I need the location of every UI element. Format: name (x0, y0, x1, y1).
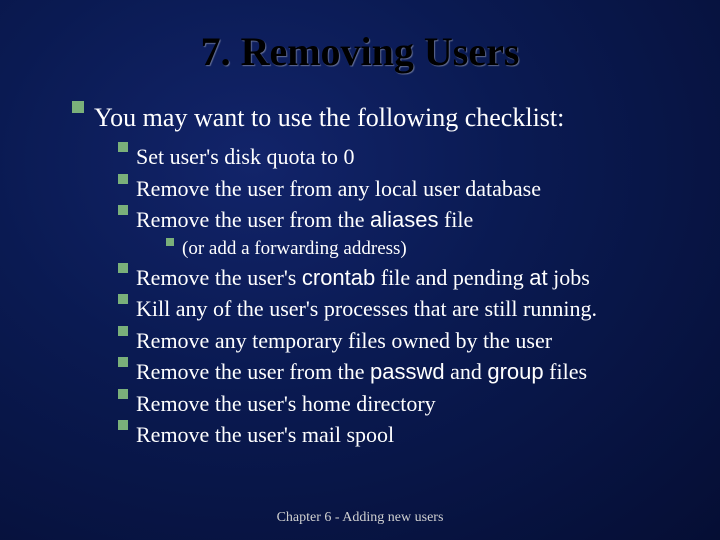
list-item-text: Set user's disk quota to 0 (136, 143, 680, 171)
list-item: Remove the user's mail spool (118, 421, 680, 449)
list-item: Set user's disk quota to 0 (118, 143, 680, 171)
bullet-icon (166, 238, 174, 246)
bullet-icon (118, 294, 128, 304)
lead-line: You may want to use the following checkl… (72, 103, 680, 133)
list-item: Remove any temporary files owned by the … (118, 327, 680, 355)
sub-item: (or add a forwarding address) (166, 238, 680, 260)
sub-text: (or add a forwarding address) (182, 238, 680, 260)
bullet-icon (118, 420, 128, 430)
bullet-icon (118, 142, 128, 152)
list-item-text: Remove the user's crontab file and pendi… (136, 264, 680, 292)
list-item: Remove the user from the passwd and grou… (118, 358, 680, 386)
lead-text: You may want to use the following checkl… (94, 103, 680, 133)
list-item: Remove the user's crontab file and pendi… (118, 264, 680, 292)
list-item: Remove the user from the aliases file (118, 206, 680, 234)
list-item-text: Remove the user's mail spool (136, 421, 680, 449)
list-item-text: Remove the user from the passwd and grou… (136, 358, 680, 386)
bullet-icon (72, 101, 84, 113)
list-item-text: Remove the user from any local user data… (136, 175, 680, 203)
list-item-text: Remove the user's home directory (136, 390, 680, 418)
list-item-text: Remove the user from the aliases file (136, 206, 680, 234)
list-item-text: Remove any temporary files owned by the … (136, 327, 680, 355)
bullet-icon (118, 357, 128, 367)
list-item-text: Kill any of the user's processes that ar… (136, 295, 680, 323)
list-item: Remove the user from any local user data… (118, 175, 680, 203)
bullet-icon (118, 263, 128, 273)
bullet-icon (118, 174, 128, 184)
slide-title: 7. Removing Users (40, 28, 680, 75)
bullet-icon (118, 205, 128, 215)
list-item: Kill any of the user's processes that ar… (118, 295, 680, 323)
list-item: Remove the user's home directory (118, 390, 680, 418)
bullet-icon (118, 389, 128, 399)
bullet-icon (118, 326, 128, 336)
footer-text: Chapter 6 - Adding new users (0, 510, 720, 526)
